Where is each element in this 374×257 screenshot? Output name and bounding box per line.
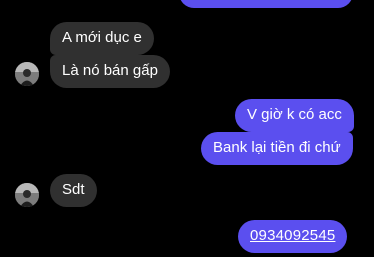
phone-number-link[interactable]: 0934092545 (250, 227, 335, 244)
contact-avatar[interactable] (15, 183, 39, 207)
outgoing-message[interactable]: V giờ k có acc (235, 99, 354, 132)
contact-avatar[interactable] (15, 62, 39, 86)
outgoing-message[interactable]: Bank lại tiền đi chứ (201, 132, 353, 165)
chat-thread: A mới dục e Là nó bán gấp V giờ k có acc… (0, 0, 374, 257)
incoming-message[interactable]: Sdt (50, 174, 97, 207)
incoming-message[interactable]: A mới dục e (50, 22, 154, 55)
incoming-message[interactable]: Là nó bán gấp (50, 55, 170, 88)
outgoing-message-phone[interactable]: 0934092545 (238, 220, 348, 253)
person-icon (15, 183, 39, 207)
person-icon (15, 62, 39, 86)
outgoing-message-partial[interactable] (179, 0, 353, 8)
